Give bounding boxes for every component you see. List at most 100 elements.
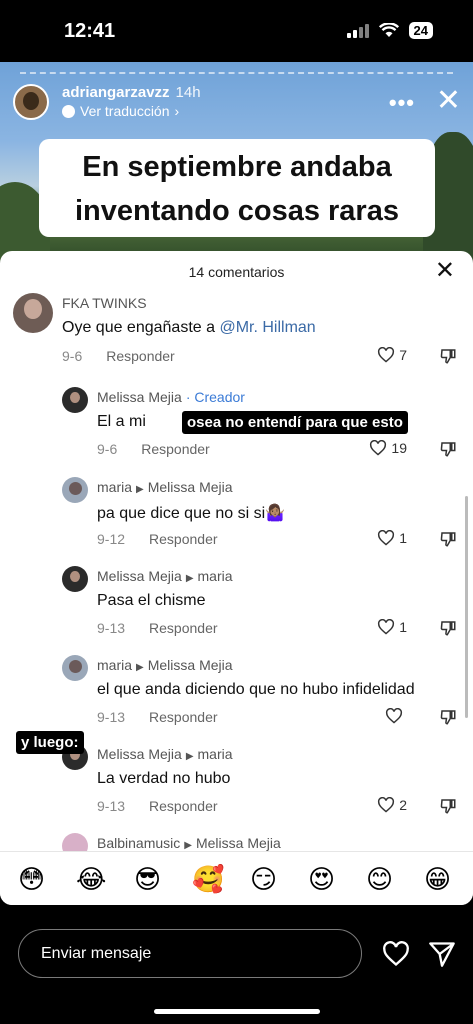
comment-author[interactable]: Balbinamusic ▶ Melissa Mejia <box>97 835 281 851</box>
emoji-blush[interactable]: 😊 <box>366 865 393 893</box>
heart-outline-icon <box>378 797 395 813</box>
dislike-icon[interactable] <box>439 440 457 458</box>
comments-count-title: 14 comentarios <box>188 264 285 280</box>
avatar[interactable] <box>62 477 88 503</box>
reply-to-name: Melissa Mejia <box>147 657 233 673</box>
scrollbar[interactable] <box>465 496 468 718</box>
like-count: 1 <box>399 619 407 635</box>
comment-text-body: Oye que engañaste a <box>62 319 220 336</box>
comment-meta: 9-12 Responder <box>97 531 218 547</box>
dislike-icon[interactable] <box>439 797 457 815</box>
comment-item: maria ▶ Melissa Mejia el que anda diciendo… <box>0 653 473 733</box>
comment-text: La verdad no hubo <box>97 770 231 787</box>
creator-badge-text: Creador <box>194 389 245 405</box>
comment-author[interactable]: Melissa Mejia · Creador <box>97 389 245 405</box>
emoji-joy[interactable]: 😂 <box>76 865 106 893</box>
comment-meta: 9-6 Responder <box>97 441 210 457</box>
send-icon[interactable] <box>428 941 456 967</box>
avatar[interactable] <box>13 293 53 333</box>
emoji-reaction-bar: 😳 😂 😎 🥰 😏 😍 😊 😁 <box>0 851 473 905</box>
reply-button[interactable]: Responder <box>149 531 218 547</box>
like-button[interactable]: 7 <box>377 347 407 363</box>
globe-icon <box>62 104 75 118</box>
like-button[interactable]: 1 <box>377 619 407 635</box>
comment-item: FKA TWINKS Oye que engañaste a @Mr. Hill… <box>0 293 473 373</box>
avatar[interactable] <box>62 566 88 592</box>
comment-author[interactable]: maria ▶ Melissa Mejia <box>97 479 233 495</box>
close-comments-icon[interactable]: ✕ <box>435 259 455 283</box>
like-button[interactable]: 1 <box>377 530 407 546</box>
comment-text: El a mi <box>97 413 146 430</box>
emoji-smirk[interactable]: 😏 <box>250 865 277 893</box>
battery-icon: 24 <box>408 22 433 39</box>
comment-author[interactable]: Melissa Mejia ▶ maria <box>97 746 233 762</box>
reply-button[interactable]: Responder <box>141 441 210 457</box>
reply-button[interactable]: Responder <box>106 348 175 364</box>
heart-icon[interactable] <box>382 941 410 967</box>
comment-author[interactable]: FKA TWINKS <box>62 295 147 311</box>
username-text: adriangarzavzz <box>62 84 170 101</box>
emoji-sunglasses[interactable]: 😎 <box>134 865 161 893</box>
translate-button[interactable]: Ver traducción › <box>62 103 179 119</box>
story-avatar[interactable] <box>13 84 49 120</box>
comment-text: Pasa el chisme <box>97 592 206 609</box>
search-bar-remnant <box>20 72 453 74</box>
comment-date: 9-13 <box>97 620 126 636</box>
reply-to-name: Melissa Mejia <box>195 835 281 851</box>
comment-date: 9-6 <box>97 441 118 457</box>
story-reply-bar: Enviar mensaje <box>0 905 473 1024</box>
like-button[interactable]: 19 <box>369 440 407 456</box>
mention-link[interactable]: @Mr. Hillman <box>219 319 315 336</box>
chevron-right-icon: › <box>174 103 180 119</box>
emoji-heart-eyes[interactable]: 😍 <box>308 865 335 893</box>
caption-line-1: En septiembre andaba <box>82 151 392 183</box>
heart-outline-icon <box>378 530 395 546</box>
comment-meta: 9-6 Responder <box>62 348 175 364</box>
author-name: Melissa Mejia <box>97 389 182 405</box>
comment-date: 9-6 <box>62 348 83 364</box>
reply-button[interactable]: Responder <box>149 620 218 636</box>
status-icons: 24 <box>346 22 433 39</box>
story-username[interactable]: adriangarzavzz 14h <box>62 84 201 101</box>
clock: 12:41 <box>64 20 116 42</box>
text-sticker: y luego: <box>16 731 84 754</box>
author-name: maria <box>97 657 133 673</box>
author-name: FKA TWINKS <box>62 295 147 311</box>
comments-sheet: 14 comentarios ✕ FKA TWINKS Oye que enga… <box>0 251 473 905</box>
comment-item: maria ▶ Melissa Mejia pa que dice que no s… <box>0 475 473 555</box>
author-name: Balbinamusic <box>97 835 181 851</box>
like-count: 1 <box>399 530 407 546</box>
dislike-icon[interactable] <box>439 347 457 365</box>
emoji-grin[interactable]: 😁 <box>424 865 451 893</box>
emoji-smiling-hearts[interactable]: 🥰 <box>192 865 224 893</box>
reply-arrow-icon: ▶ <box>184 840 192 851</box>
reply-arrow-icon: ▶ <box>136 662 144 673</box>
text-sticker: osea no entendí para que esto <box>182 411 408 434</box>
comment-author[interactable]: Melissa Mejia ▶ maria <box>97 568 233 584</box>
reply-button[interactable]: Responder <box>149 798 218 814</box>
creator-badge: · Creador <box>185 389 245 405</box>
message-input[interactable]: Enviar mensaje <box>18 929 362 978</box>
caption-line-2: inventando cosas raras <box>75 195 399 227</box>
like-button[interactable]: 2 <box>377 797 407 813</box>
reply-to-name: maria <box>197 746 233 762</box>
dislike-icon[interactable] <box>439 708 457 726</box>
avatar[interactable] <box>62 655 88 681</box>
comment-date: 9-12 <box>97 531 126 547</box>
story-header: adriangarzavzz 14h Ver traducción › ••• ✕ <box>13 84 463 124</box>
like-button[interactable] <box>385 708 407 724</box>
comment-meta: 9-13 Responder <box>97 798 218 814</box>
comment-author[interactable]: maria ▶ Melissa Mejia <box>97 657 233 673</box>
dislike-icon[interactable] <box>439 619 457 637</box>
avatar[interactable] <box>62 387 88 413</box>
comment-item: Balbinamusic ▶ Melissa Mejia <box>0 831 473 859</box>
reply-button[interactable]: Responder <box>149 709 218 725</box>
dislike-icon[interactable] <box>439 530 457 548</box>
close-icon[interactable]: ✕ <box>436 86 461 116</box>
more-options-icon[interactable]: ••• <box>389 90 415 116</box>
comment-meta: 9-13 Responder <box>97 620 218 636</box>
emoji-flushed[interactable]: 😳 <box>18 865 45 893</box>
story-caption: En septiembre andaba inventando cosas ra… <box>39 139 435 237</box>
author-name: Melissa Mejia <box>97 746 182 762</box>
heart-outline-icon <box>385 708 403 724</box>
